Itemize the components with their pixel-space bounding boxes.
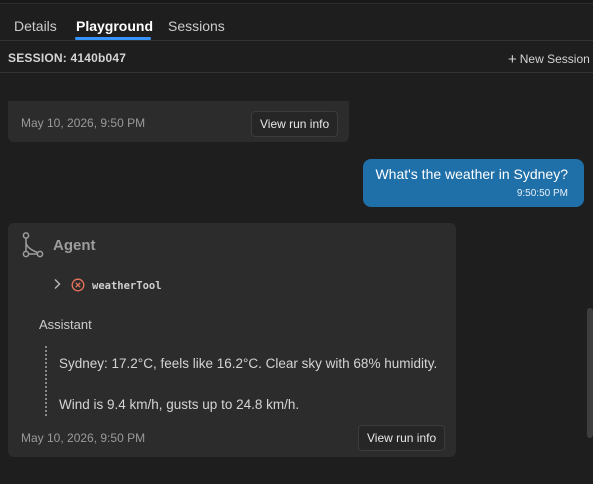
workflow-icon — [21, 232, 45, 263]
new-session-button[interactable]: + New Session — [508, 50, 590, 68]
message-timestamp: May 10, 2026, 9:50 PM — [21, 431, 146, 445]
scrollbar[interactable] — [587, 308, 593, 438]
user-message-text: What's the weather in Sydney? — [375, 166, 568, 182]
response-quote-border — [45, 346, 47, 416]
user-message-bubble: What's the weather in Sydney? 9:50:50 PM — [363, 159, 584, 207]
active-tab-indicator — [75, 37, 151, 40]
tool-call-name[interactable]: weatherTool — [92, 280, 162, 292]
view-run-info-button[interactable]: View run info — [251, 111, 339, 137]
tab-sessions[interactable]: Sessions — [168, 18, 225, 34]
new-session-label: New Session — [519, 52, 590, 66]
tab-details[interactable]: Details — [14, 18, 57, 34]
message-timestamp: May 10, 2026, 9:50 PM — [21, 116, 146, 130]
session-bar: SESSION: 4140b047 + New Session — [0, 41, 593, 73]
view-run-info-button[interactable]: View run info — [358, 425, 446, 451]
assistant-label: Assistant — [39, 317, 92, 332]
error-circle-icon — [71, 278, 85, 297]
plus-icon: + — [508, 51, 517, 68]
tab-playground[interactable]: Playground — [76, 18, 153, 34]
user-message-time: 9:50:50 PM — [516, 188, 568, 199]
session-id-label: SESSION: 4140b047 — [8, 51, 127, 65]
chevron-right-icon[interactable] — [52, 278, 62, 293]
response-line: Wind is 9.4 km/h, gusts up to 24.8 km/h. — [59, 397, 300, 412]
agent-title: Agent — [53, 237, 96, 254]
response-line: Sydney: 17.2°C, feels like 16.2°C. Clear… — [59, 356, 438, 371]
tab-bar: Details Playground Sessions — [0, 4, 593, 41]
agent-message-card: Agent weatherTool Assistant Sydney: 17.2… — [8, 223, 456, 457]
previous-message-card: May 10, 2026, 9:50 PM View run info — [8, 101, 349, 142]
